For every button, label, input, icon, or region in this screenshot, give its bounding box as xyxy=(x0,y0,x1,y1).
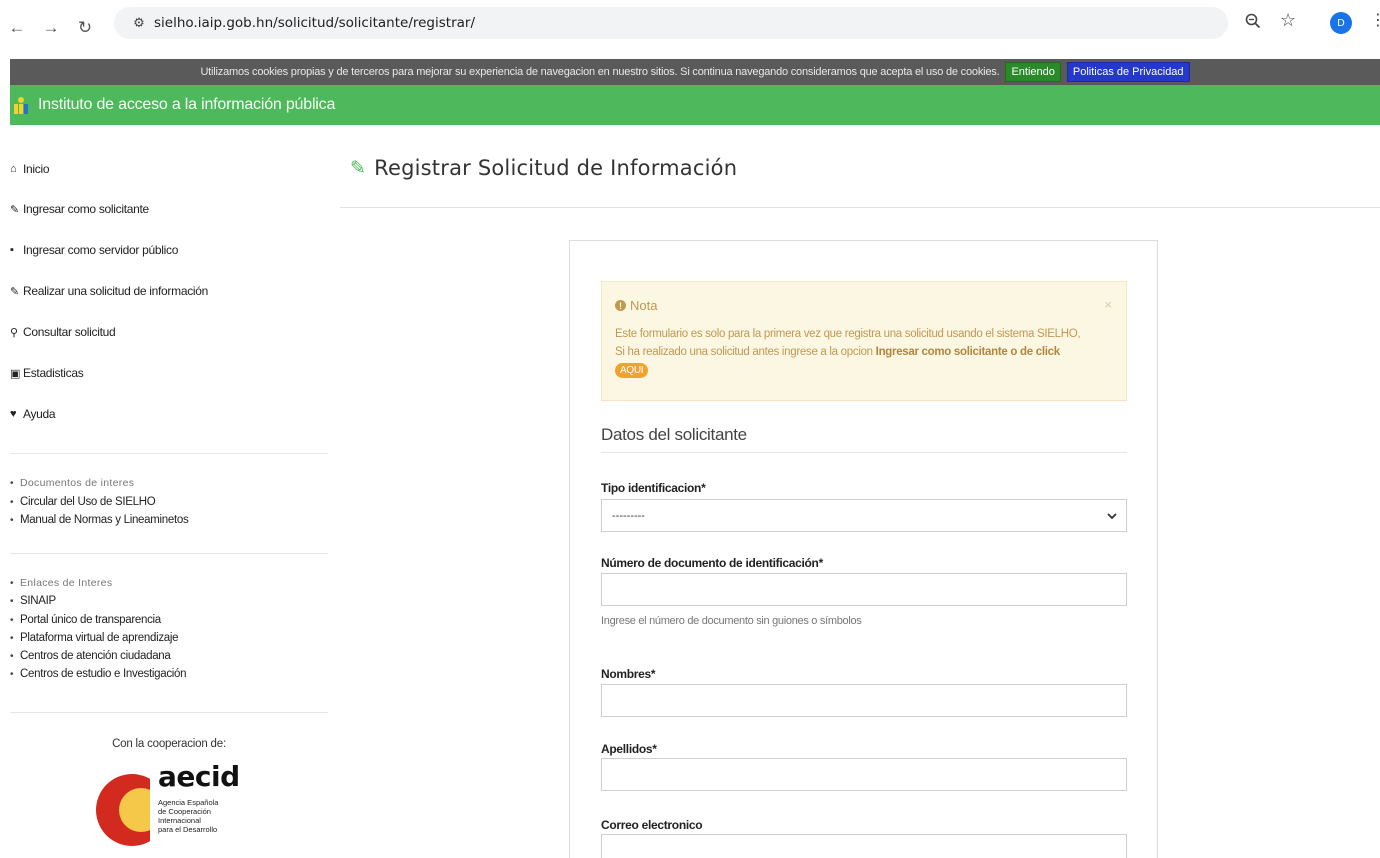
sidebar-item-ingresar-servidor[interactable]: ▪ Ingresar como servidor público xyxy=(10,243,178,257)
home-icon: ⌂ xyxy=(10,163,17,175)
numero-documento-label: Número de documento de identificación* xyxy=(601,556,823,570)
sidebar-item-ingresar-solicitante[interactable]: ✎ Ingresar como solicitante xyxy=(10,202,149,216)
note-heading: ! Nota xyxy=(615,298,657,313)
sidebar-item-label: Realizar una solicitud de información xyxy=(23,284,209,298)
correo-input[interactable] xyxy=(601,834,1127,858)
edit-icon: ✎ xyxy=(10,285,19,298)
sidebar-item-estadisticas[interactable]: ▣ Estadisticas xyxy=(10,366,84,380)
sidebar-divider xyxy=(10,553,328,554)
document-link[interactable]: • Manual de Normas y Lineaminetos xyxy=(10,514,189,526)
address-bar[interactable]: ⚙ sielho.iaip.gob.hn/solicitud/solicitan… xyxy=(114,7,1228,39)
correo-label: Correo electronico xyxy=(601,818,703,832)
browser-toolbar: ← → ↻ ⚙ sielho.iaip.gob.hn/solicitud/sol… xyxy=(0,0,1380,56)
accept-cookies-button[interactable]: Entiendo xyxy=(1005,62,1061,82)
bookmark-star-icon[interactable]: ☆ xyxy=(1280,10,1296,31)
interest-link[interactable]: • Centros de atención ciudadana xyxy=(10,650,171,662)
sidebar-item-consultar[interactable]: ⚲ Consultar solicitud xyxy=(10,325,116,339)
sidebar: ⌂ Inicio ✎ Ingresar como solicitante ▪ I… xyxy=(10,126,328,858)
aqui-badge-link[interactable]: AQUI xyxy=(615,363,649,378)
login-link[interactable]: Ingresar como solicitante o de click xyxy=(876,346,1060,358)
numero-documento-help: Ingrese el número de documento sin guion… xyxy=(601,615,862,627)
sidebar-item-label: Inicio xyxy=(23,162,50,176)
interest-link[interactable]: • Plataforma virtual de aprendizaje xyxy=(10,632,179,644)
note-alert: ! Nota × Este formulario es solo para la… xyxy=(601,281,1127,401)
forward-icon[interactable]: → xyxy=(38,15,64,41)
apellidos-label: Apellidos* xyxy=(601,742,657,756)
select-value: --------- xyxy=(612,509,645,522)
interest-link[interactable]: • Centros de estudio e Investigación xyxy=(10,668,187,680)
form-panel: ! Nota × Este formulario es solo para la… xyxy=(569,240,1158,858)
links-section-title: • Enlaces de Interes xyxy=(10,577,113,589)
edit-icon: ✎ xyxy=(10,203,19,216)
edit-square-icon: ▪ xyxy=(10,244,14,256)
page-title: ✎ Registrar Solicitud de Información xyxy=(350,156,738,180)
cookie-text: Utilizamos cookies propias y de terceros… xyxy=(200,66,1000,78)
url-text[interactable]: sielho.iaip.gob.hn/solicitud/solicitante… xyxy=(154,15,475,31)
search-icon: ⚲ xyxy=(10,326,18,339)
sidebar-item-realizar-solicitud[interactable]: ✎ Realizar una solicitud de información xyxy=(10,284,208,298)
close-icon[interactable]: × xyxy=(1104,297,1112,312)
sidebar-item-label: Ayuda xyxy=(23,407,56,421)
aecid-wordmark: aecid xyxy=(158,760,240,793)
documents-section-title: • Documentos de interes xyxy=(10,477,135,489)
aecid-subtitle: Agencia Española de Cooperación Internac… xyxy=(158,798,219,834)
sidebar-item-label: Estadisticas xyxy=(23,366,84,380)
reload-icon[interactable]: ↻ xyxy=(72,15,98,41)
sidebar-item-inicio[interactable]: ⌂ Inicio xyxy=(10,162,50,176)
cooperation-label: Con la cooperacion de: xyxy=(112,738,226,750)
sidebar-divider xyxy=(10,712,328,713)
zoom-icon[interactable] xyxy=(1244,12,1262,30)
aecid-logo: aecid Agencia Española de Cooperación In… xyxy=(92,756,244,858)
site-header: Instituto de acceso a la información púb… xyxy=(10,85,1380,125)
interest-link[interactable]: • SINAIP xyxy=(10,595,56,607)
back-icon[interactable]: ← xyxy=(4,15,30,41)
interest-link[interactable]: • Portal único de transparencia xyxy=(10,614,161,626)
institute-logo-icon xyxy=(12,94,30,116)
page-header: ✎ Registrar Solicitud de Información xyxy=(340,126,1380,208)
document-link[interactable]: • Circular del Uso de SIELHO xyxy=(10,496,156,508)
tipo-identificacion-label: Tipo identificacion* xyxy=(601,481,706,495)
site-settings-icon[interactable]: ⚙ xyxy=(124,15,154,31)
sidebar-divider xyxy=(10,453,328,454)
numero-documento-input[interactable] xyxy=(601,573,1127,606)
section-title: Datos del solicitante xyxy=(601,425,1127,453)
sidebar-item-label: Consultar solicitud xyxy=(23,325,116,339)
sidebar-item-label: Ingresar como servidor público xyxy=(23,243,179,257)
nombres-label: Nombres* xyxy=(601,667,656,681)
sidebar-item-label: Ingresar como solicitante xyxy=(23,202,149,216)
profile-avatar[interactable]: D xyxy=(1330,12,1352,34)
chart-icon: ▣ xyxy=(10,367,21,380)
info-icon: ! xyxy=(615,300,626,311)
site-title[interactable]: Instituto de acceso a la información púb… xyxy=(38,96,335,114)
nombres-input[interactable] xyxy=(601,684,1127,717)
tipo-identificacion-select[interactable]: --------- xyxy=(601,499,1127,532)
privacy-policy-button[interactable]: Politicas de Privacidad xyxy=(1066,62,1190,82)
menu-kebab-icon[interactable]: ⋮ xyxy=(1370,10,1380,30)
heart-icon: ♥ xyxy=(10,408,17,420)
note-body: Este formulario es solo para la primera … xyxy=(615,328,1081,378)
edit-icon: ✎ xyxy=(350,157,367,179)
chevron-down-icon xyxy=(1107,512,1117,519)
apellidos-input[interactable] xyxy=(601,758,1127,791)
sidebar-item-ayuda[interactable]: ♥ Ayuda xyxy=(10,407,56,421)
cookie-banner: Utilizamos cookies propias y de terceros… xyxy=(10,59,1380,85)
